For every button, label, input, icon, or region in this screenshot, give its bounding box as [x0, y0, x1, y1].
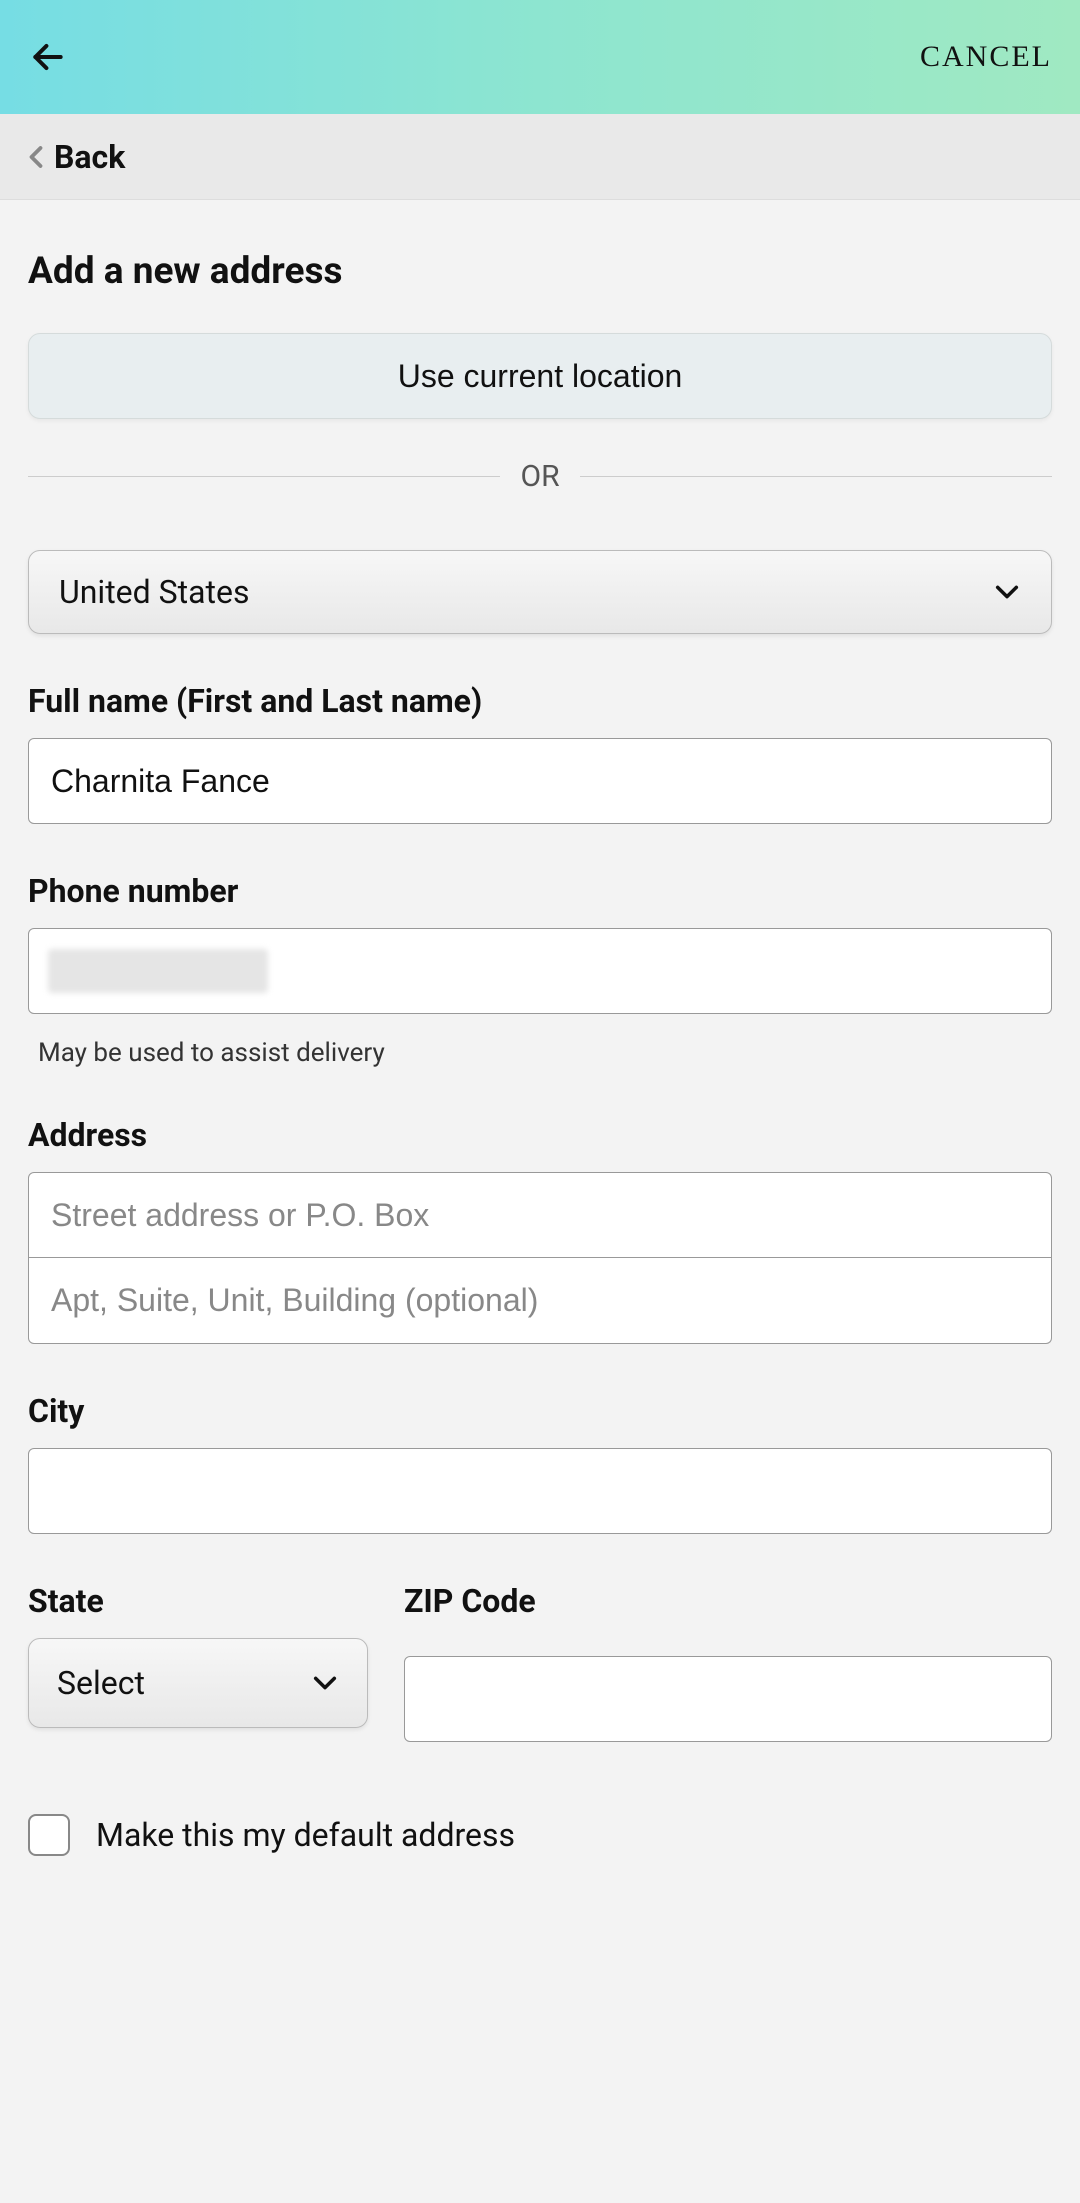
or-divider: OR	[28, 459, 1052, 494]
or-text: OR	[520, 459, 559, 494]
sub-nav-bar: Back	[0, 114, 1080, 200]
back-arrow-button[interactable]	[28, 37, 68, 77]
city-input[interactable]	[28, 1448, 1052, 1534]
state-group: State Select	[28, 1582, 368, 1742]
city-group: City	[28, 1392, 1052, 1534]
page-title: Add a new address	[28, 250, 1052, 293]
chevron-left-icon	[28, 145, 44, 169]
state-zip-row: State Select ZIP Code	[28, 1582, 1052, 1742]
divider-line-right	[580, 476, 1052, 477]
arrow-left-icon	[29, 38, 67, 76]
full-name-input[interactable]	[28, 738, 1052, 824]
cancel-button[interactable]: CANCEL	[920, 40, 1052, 74]
zip-group: ZIP Code	[404, 1582, 1052, 1742]
address-line2-input[interactable]	[28, 1258, 1052, 1344]
default-address-row: Make this my default address	[28, 1814, 1052, 1856]
use-current-location-button[interactable]: Use current location	[28, 333, 1052, 419]
divider-line-left	[28, 476, 500, 477]
full-name-label: Full name (First and Last name)	[28, 682, 1052, 720]
content-area: Add a new address Use current location O…	[0, 200, 1080, 1856]
default-address-checkbox[interactable]	[28, 1814, 70, 1856]
zip-input[interactable]	[404, 1656, 1052, 1742]
city-label: City	[28, 1392, 1052, 1430]
redacted-phone	[48, 949, 268, 993]
back-text: Back	[54, 138, 125, 176]
full-name-group: Full name (First and Last name)	[28, 682, 1052, 824]
street-address-input[interactable]	[28, 1172, 1052, 1258]
state-label: State	[28, 1582, 368, 1620]
phone-group: Phone number May be used to assist deliv…	[28, 872, 1052, 1068]
default-address-label: Make this my default address	[96, 1816, 515, 1854]
address-group: Address	[28, 1116, 1052, 1344]
back-link[interactable]: Back	[28, 138, 125, 176]
phone-helper-text: May be used to assist delivery	[28, 1038, 1052, 1068]
state-select[interactable]: Select	[28, 1638, 368, 1728]
country-select[interactable]: United States	[28, 550, 1052, 634]
chevron-down-icon	[993, 578, 1021, 606]
state-value: Select	[57, 1664, 145, 1702]
address-label: Address	[28, 1116, 1052, 1154]
top-bar: CANCEL	[0, 0, 1080, 114]
chevron-down-icon	[311, 1669, 339, 1697]
phone-label: Phone number	[28, 872, 1052, 910]
country-value: United States	[59, 573, 249, 611]
zip-label: ZIP Code	[404, 1582, 1052, 1620]
